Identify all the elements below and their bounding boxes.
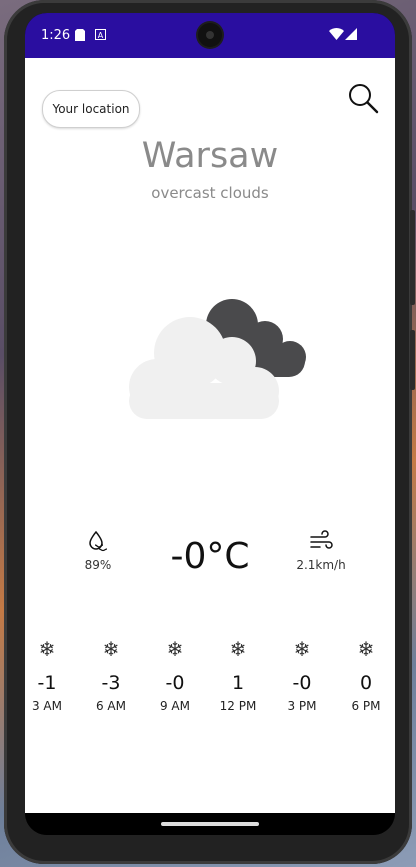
- overcast-clouds-icon: [115, 295, 315, 420]
- hourly-item: ❄ -3 6 AM: [86, 638, 136, 713]
- hourly-temp: 1: [231, 672, 245, 694]
- front-camera: [198, 23, 222, 47]
- weather-description: overcast clouds: [151, 184, 269, 202]
- humidity-icon: [73, 530, 123, 556]
- hourly-item: ❄ -1 3 AM: [25, 638, 72, 713]
- weather-app: Your location Warsaw overcast clouds 89%…: [25, 58, 395, 813]
- hourly-time: 3 AM: [31, 699, 62, 713]
- phone-frame: 1:26 A Your location Warsaw overcast clo…: [4, 0, 415, 864]
- hourly-time: 6 PM: [351, 699, 381, 713]
- hourly-temp: -1: [37, 672, 57, 694]
- humidity-value: 89%: [84, 558, 112, 572]
- your-location-button[interactable]: Your location: [42, 90, 140, 128]
- snowflake-icon: ❄: [293, 637, 311, 661]
- current-temperature: -0°C: [170, 536, 250, 577]
- snowflake-icon: ❄: [38, 637, 56, 661]
- a-icon: A: [95, 29, 106, 43]
- search-icon[interactable]: [347, 82, 379, 114]
- status-time: 1:26: [41, 28, 71, 43]
- city-name: Warsaw: [141, 136, 279, 176]
- wind-icon: [291, 530, 351, 556]
- svg-text:A: A: [98, 31, 104, 40]
- hourly-temp: 0: [359, 672, 373, 694]
- hourly-temp: -0: [292, 672, 312, 694]
- snowflake-icon: ❄: [357, 637, 375, 661]
- signal-icon: [345, 28, 357, 43]
- status-bar: 1:26 A: [25, 13, 395, 58]
- hourly-time: 3 PM: [287, 699, 317, 713]
- wifi-icon: [329, 28, 344, 43]
- hourly-time: 6 AM: [95, 699, 126, 713]
- hourly-item: ❄ 0 6 PM: [341, 638, 391, 713]
- wind-value: 2.1km/h: [296, 558, 346, 572]
- hourly-item: ❄ -0 9 AM: [150, 638, 200, 713]
- navigation-bar: [25, 813, 395, 835]
- hourly-time: 12 PM: [219, 699, 257, 713]
- power-button: [410, 210, 415, 305]
- sd-card-icon: [75, 29, 85, 44]
- hourly-item: ❄ -0 3 PM: [277, 638, 327, 713]
- hourly-temp: -3: [101, 672, 121, 694]
- wind-stat: 2.1km/h: [291, 530, 351, 572]
- snowflake-icon: ❄: [166, 637, 184, 661]
- hourly-item: ❄ 1 12 PM: [213, 638, 263, 713]
- screen: 1:26 A Your location Warsaw overcast clo…: [25, 13, 395, 835]
- home-gesture-handle[interactable]: [161, 822, 259, 826]
- volume-button: [410, 330, 415, 390]
- hourly-time: 9 AM: [159, 699, 190, 713]
- hourly-temp: -0: [165, 672, 185, 694]
- snowflake-icon: ❄: [102, 637, 120, 661]
- humidity-stat: 89%: [73, 530, 123, 572]
- snowflake-icon: ❄: [229, 637, 247, 661]
